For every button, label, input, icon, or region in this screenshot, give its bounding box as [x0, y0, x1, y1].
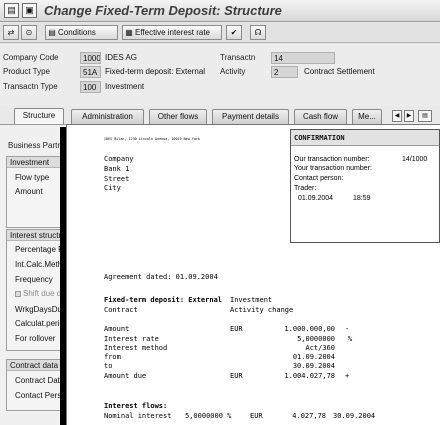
object-services-button[interactable]: ☊ — [250, 25, 266, 40]
row-value: 30.09.2004 — [292, 362, 335, 370]
row-value: 1.000.000,00 — [284, 325, 335, 333]
contract-value: Activity change — [230, 306, 294, 314]
row-sign: + — [345, 372, 350, 380]
interest-flow-amount: 4.027,78 — [292, 412, 326, 420]
change-display-icon: ⇄ — [7, 28, 15, 37]
product-type-text: Fixed-term deposit: External — [105, 67, 206, 76]
row-value: 01.09.2004 — [292, 353, 335, 361]
row-currency: EUR — [230, 325, 243, 333]
effective-interest-rate-button[interactable]: ▦ Effective interest rate — [122, 25, 222, 40]
tab-structure[interactable]: Structure — [14, 108, 64, 124]
row-label: Interest method — [104, 344, 168, 352]
our-transaction-number-label: Our transaction number: — [294, 156, 370, 163]
tab-more[interactable]: Me... — [352, 109, 382, 124]
investment-group-title: Investment — [7, 157, 65, 168]
confirmation-time: 18:59 — [353, 195, 371, 202]
application-toolbar: ⇄ ⊙ ▤ Conditions ▦ Effective interest rate… — [0, 23, 440, 43]
interest-flow-label: Nominal interest — [104, 412, 172, 420]
conditions-icon: ▤ — [48, 28, 56, 37]
investment-group: Investment Flow type Amount — [6, 156, 66, 228]
conditions-button[interactable]: ▤ Conditions — [45, 25, 118, 40]
product-type-field[interactable]: 51A — [80, 66, 101, 78]
product-type-label: Product Type — [3, 67, 50, 76]
tab-scroll-right-icon[interactable]: ▶ — [404, 110, 414, 122]
interest-flow-rate: 5,0000000 % — [185, 412, 232, 420]
tab-scroll-left-icon[interactable]: ◀ — [392, 110, 402, 122]
contact-person-label: Contact person: — [294, 175, 344, 182]
row-sign: % — [348, 335, 353, 343]
row-label: Interest rate — [104, 335, 159, 343]
glasses-icon: ⊙ — [25, 28, 33, 37]
your-transaction-number-label: Your transaction number: — [294, 165, 372, 172]
contract-data-group: Contract data Contract Date Contact Pers… — [6, 359, 66, 411]
tab-cash-flow[interactable]: Cash flow — [294, 109, 347, 124]
row-label: Amount due — [104, 372, 147, 380]
transactn-field[interactable]: 14 — [271, 52, 335, 64]
activity-text: Contract Settlement — [304, 67, 375, 76]
row-label: Amount — [104, 325, 130, 333]
checkbox-icon — [15, 290, 21, 297]
row-value: 5,0000000 — [297, 335, 335, 343]
address-line: Bank 1 — [104, 165, 130, 173]
transactn-label: Transactn — [220, 53, 256, 62]
tab-administration[interactable]: Administration — [71, 109, 144, 124]
tab-other-flows[interactable]: Other flows — [149, 109, 207, 124]
row-value: 1.004.027,78 — [284, 372, 335, 380]
confirmation-date: 01.09.2004 — [298, 195, 334, 202]
business-partner-label: Business Partn — [8, 141, 62, 150]
trader-label: Trader: — [294, 185, 317, 192]
row-sign: - — [345, 325, 350, 333]
display-button[interactable]: ⊙ — [21, 25, 37, 40]
shift-due-date-label: Shift due d — [23, 289, 62, 298]
activity-label: Activity — [220, 67, 246, 76]
calculator-icon: ▦ — [125, 28, 133, 37]
company-code-label: Company Code — [3, 53, 59, 62]
menu-icon[interactable]: ▤ — [4, 3, 19, 18]
row-currency: EUR — [230, 372, 243, 380]
contract-group-title: Contract data — [7, 360, 65, 371]
company-name: IDES AG — [105, 53, 138, 62]
address-line: City — [104, 184, 121, 192]
row-label: to — [104, 362, 113, 370]
row-label: from — [104, 353, 121, 361]
tab-strip: Structure Administration Other flows Pay… — [0, 108, 440, 124]
transactn-type-field[interactable]: 100 — [80, 81, 101, 93]
sender-line: IDES Bilan, 1230 Lincoln Avenue, 10019 N… — [104, 137, 200, 141]
interest-group-title: Interest structu — [7, 230, 65, 241]
header-fields: Company Code 1000 IDES AG Product Type 5… — [0, 44, 440, 106]
product-label: Fixed-term deposit: External — [104, 296, 223, 304]
other-object-button[interactable]: ⇄ — [3, 25, 19, 40]
company-code-field[interactable]: 1000 — [80, 52, 101, 64]
contract-label: Contract — [104, 306, 138, 314]
address-line: Company — [104, 155, 134, 163]
interest-structure-group: Interest structu Percentage R Int.Calc.M… — [6, 229, 67, 351]
interest-flows-title: Interest flows: — [104, 402, 168, 410]
tab-list-icon[interactable]: ▤ — [418, 110, 432, 122]
transactn-type-text: Investment — [105, 82, 145, 91]
row-value: Act/360 — [305, 344, 335, 352]
interest-flow-currency: EUR — [250, 412, 263, 420]
activity-field[interactable]: 2 — [271, 66, 298, 78]
address-line: Street — [104, 175, 130, 183]
save-icon[interactable]: ▣ — [22, 3, 37, 18]
confirmation-title: CONFIRMATION — [291, 130, 439, 146]
conditions-label: Conditions — [58, 28, 96, 37]
transactn-type-label: Transactn Type — [3, 82, 58, 91]
effective-rate-label: Effective interest rate — [135, 28, 210, 37]
agreement-date: Agreement dated: 01.09.2004 — [104, 273, 218, 281]
our-transaction-number-value: 14/1000 — [402, 156, 428, 163]
confirmation-box: CONFIRMATION Our transaction number: 14/… — [290, 129, 440, 243]
check-button[interactable]: ✔ — [226, 25, 242, 40]
check-icon: ✔ — [230, 28, 238, 37]
window-title: Change Fixed-Term Deposit: Structure — [44, 3, 282, 18]
services-icon: ☊ — [254, 28, 262, 37]
title-bar: ▤ ▣ Change Fixed-Term Deposit: Structure — [0, 0, 440, 22]
product-value: Investment — [230, 296, 273, 304]
tab-payment-details[interactable]: Payment details — [212, 109, 289, 124]
interest-flow-date: 30.09.2004 — [333, 412, 376, 420]
